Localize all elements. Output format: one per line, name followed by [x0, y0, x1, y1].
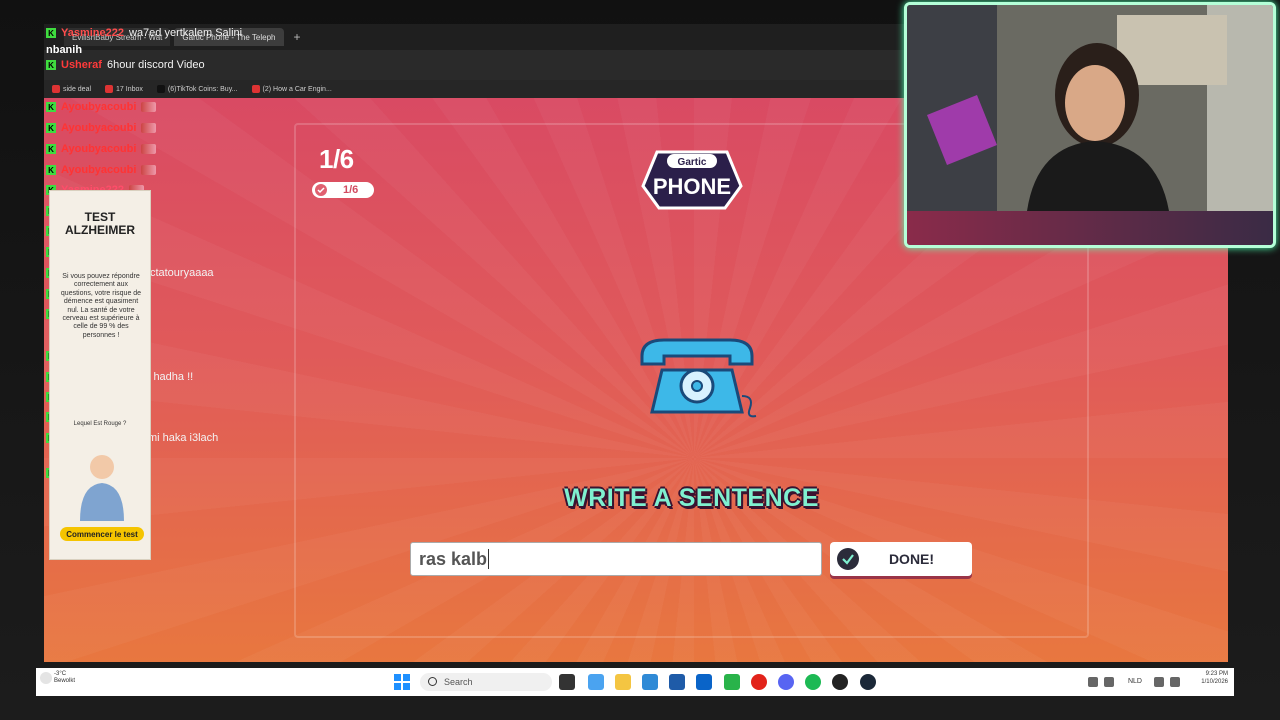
kick-badge-icon: K [46, 28, 56, 38]
gartic-phone-logo: Gartic PHONE [637, 146, 747, 212]
round-progress-pill: 1/6 [312, 182, 374, 198]
ad-question: Lequel Est Rouge ? [73, 421, 127, 427]
chat-message-text: 6hour discord Video [106, 59, 205, 71]
windows-taskbar: -3°C Bewolkt Search NLD 9:23 PM 1/10/202 [36, 668, 1234, 696]
kick-badge-icon: K [46, 165, 56, 175]
ad-text: Si vous pouvez répondre correctement aux… [60, 273, 142, 339]
obs-icon[interactable] [832, 674, 848, 690]
network-icon[interactable] [1154, 677, 1164, 687]
weather-widget[interactable]: -3°C Bewolkt [54, 671, 75, 685]
kick-badge-icon: K [46, 123, 56, 133]
weather-temp: -3°C [54, 671, 67, 677]
chat-message-text: wa7ed yertkalem Salini [129, 27, 243, 39]
chat-message: K Ayoubyacoubi [46, 101, 157, 113]
instruction-title: WRITE A SENTENCE [564, 484, 819, 512]
chat-username[interactable]: Yasmine222 [61, 27, 124, 39]
volume-icon[interactable] [1170, 677, 1180, 687]
sentence-input-value: ras kalb [419, 548, 488, 569]
emote-icon [141, 123, 157, 133]
emote-icon [141, 144, 157, 154]
wifi-icon[interactable] [1088, 677, 1098, 687]
opera-icon[interactable] [751, 674, 767, 690]
chat-username[interactable]: Ayoubyacoubi [61, 143, 136, 155]
text-caret [488, 549, 490, 569]
clock-date: 1/10/2026 [1201, 678, 1228, 685]
check-icon [315, 184, 327, 196]
logo-top-text: Gartic [678, 157, 707, 168]
store-icon[interactable] [669, 674, 685, 690]
weather-icon[interactable] [40, 672, 52, 684]
telephone-icon [634, 334, 760, 420]
ad-person-illustration [74, 451, 130, 521]
kick-badge-icon: K [46, 144, 56, 154]
alzheimer-test-ad[interactable]: TEST ALZHEIMER Si vous pouvez répondre c… [49, 190, 151, 560]
ad-start-test-button[interactable]: Commencer le test [60, 527, 144, 541]
chat-username[interactable]: Ayoubyacoubi [61, 122, 136, 134]
edge-icon[interactable] [642, 674, 658, 690]
app-icon[interactable] [724, 674, 740, 690]
search-icon [428, 677, 437, 686]
emote-icon [141, 165, 157, 175]
chat-message: K Ayoubyacoubi [46, 164, 157, 176]
windows-start-icon[interactable] [394, 674, 410, 690]
microphone-icon[interactable] [1104, 677, 1114, 687]
kick-badge-icon: K [46, 102, 56, 112]
done-button[interactable]: DONE! [830, 542, 972, 576]
chat-header-text: nbanih [46, 44, 83, 56]
chat-username[interactable]: Ayoubyacoubi [61, 164, 136, 176]
check-circle-icon [837, 548, 859, 570]
webcam-frame-bar [907, 211, 1273, 245]
ad-title: TEST ALZHEIMER [65, 210, 135, 238]
steam-icon[interactable] [860, 674, 876, 690]
chat-message: K Ayoubyacoubi [46, 122, 157, 134]
browser-app-icon[interactable] [588, 674, 604, 690]
sentence-input[interactable]: ras kalb [410, 542, 822, 576]
chat-message: K Ayoubyacoubi [46, 143, 157, 155]
search-placeholder: Search [444, 677, 473, 687]
round-counter: 1/6 [319, 144, 354, 174]
file-explorer-icon[interactable] [615, 674, 631, 690]
chat-username[interactable]: Usheraf [61, 59, 102, 71]
spotify-icon[interactable] [805, 674, 821, 690]
emote-icon [141, 102, 157, 112]
done-button-label: DONE! [888, 551, 935, 567]
taskbar-search[interactable]: Search [420, 673, 552, 691]
clock-time: 9:23 PM [1205, 671, 1228, 677]
chat-username[interactable]: Ayoubyacoubi [61, 101, 136, 113]
clock[interactable]: 9:23 PM 1/10/2026 [1201, 671, 1228, 687]
logo-bottom-text: PHONE [653, 174, 731, 199]
screen: EvilishBaby Stream - Wat Gartic Phone - … [0, 0, 1280, 720]
task-view-icon[interactable] [559, 674, 575, 690]
language-indicator[interactable]: NLD [1128, 678, 1142, 685]
outlook-icon[interactable] [696, 674, 712, 690]
chat-message-text: dictatouryaaaa [141, 267, 214, 279]
discord-icon[interactable] [778, 674, 794, 690]
weather-desc: Bewolkt [54, 678, 76, 685]
chat-message: K Usheraf 6hour discord Video [46, 59, 205, 71]
round-pill-text: 1/6 [343, 184, 359, 196]
chat-message: K Yasmine222 wa7ed yertkalem Salini [46, 27, 242, 39]
kick-badge-icon: K [46, 60, 56, 70]
webcam-feed [904, 2, 1276, 248]
